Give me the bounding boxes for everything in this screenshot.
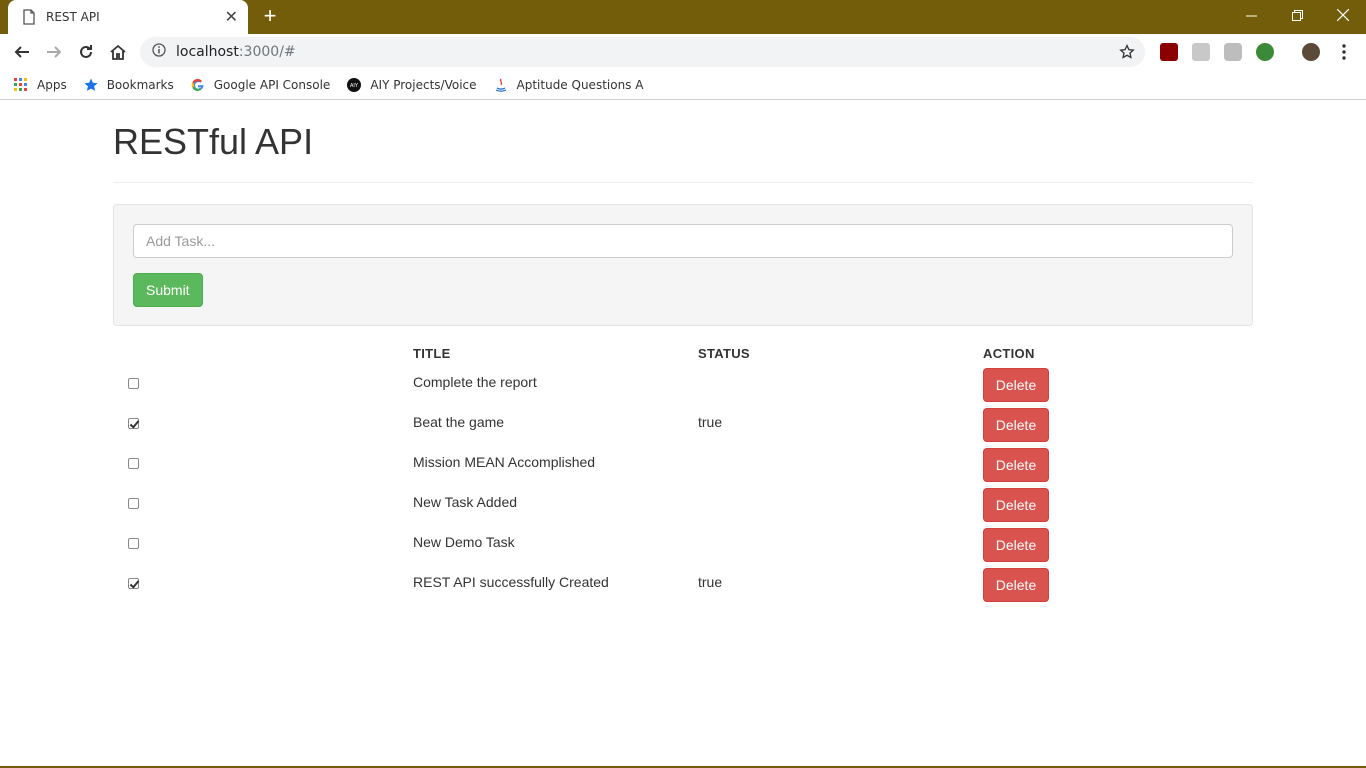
star-icon xyxy=(84,78,98,92)
restore-window-button[interactable] xyxy=(1274,0,1320,30)
avatar[interactable] xyxy=(1302,43,1320,61)
delete-button[interactable]: Delete xyxy=(983,568,1049,602)
task-title: Mission MEAN Accomplished xyxy=(413,454,596,470)
submit-button[interactable]: Submit xyxy=(133,273,203,307)
task-status: true xyxy=(698,574,723,590)
task-checkbox[interactable] xyxy=(128,538,139,549)
ublock-extension-icon[interactable] xyxy=(1160,43,1178,61)
java-icon xyxy=(494,78,508,92)
minimize-window-button[interactable] xyxy=(1228,0,1274,30)
task-checkbox[interactable] xyxy=(128,578,139,589)
profile-extension-icon[interactable] xyxy=(1192,43,1210,61)
delete-button[interactable]: Delete xyxy=(983,408,1049,442)
column-header-title: TITLE xyxy=(413,346,451,361)
task-status: true xyxy=(698,414,723,430)
select-cell xyxy=(113,568,413,608)
delete-button[interactable]: Delete xyxy=(983,528,1049,562)
task-checkbox[interactable] xyxy=(128,458,139,469)
new-tab-button[interactable]: + xyxy=(258,4,282,28)
bookmark-google-api-console[interactable]: Google API Console xyxy=(191,77,331,92)
select-cell xyxy=(113,528,413,568)
action-cell: Delete xyxy=(983,408,1253,448)
task-title: REST API successfully Created xyxy=(413,574,609,590)
bookmark-label: Aptitude Questions A xyxy=(516,77,644,92)
google-icon xyxy=(191,78,205,92)
column-header-status: STATUS xyxy=(698,346,750,361)
table-row: Complete the report Delete xyxy=(113,368,1253,408)
bookmark-label: AIY Projects/Voice xyxy=(370,77,477,92)
bookmark-label: Bookmarks xyxy=(106,77,174,92)
column-header-select xyxy=(113,346,413,368)
add-task-input[interactable] xyxy=(133,224,1233,258)
action-cell: Delete xyxy=(983,488,1253,528)
apps-grid-icon xyxy=(14,77,28,92)
browser-title-bar: REST API ✕ + xyxy=(0,0,1366,34)
forward-button[interactable] xyxy=(40,38,68,66)
bookmarks-bar: Apps Bookmarks Google API Console AIY AI… xyxy=(0,70,1366,100)
menu-kebab-icon[interactable] xyxy=(1338,43,1350,66)
bookmark-label: Apps xyxy=(37,77,67,92)
reload-button[interactable] xyxy=(72,38,100,66)
task-table: TITLE STATUS ACTION Complete the report D… xyxy=(113,346,1253,608)
tab-title: REST API xyxy=(46,10,100,24)
column-header-action: ACTION xyxy=(983,346,1035,361)
task-status xyxy=(698,528,983,568)
table-row: New Task Added Delete xyxy=(113,488,1253,528)
task-status xyxy=(698,368,983,408)
table-row: Beat the game true Delete xyxy=(113,408,1253,448)
globe-extension-icon[interactable] xyxy=(1256,43,1274,61)
divider xyxy=(113,182,1253,183)
task-checkbox[interactable] xyxy=(128,418,139,429)
main-container: RESTful API Submit TITLE STATUS ACTION C… xyxy=(113,102,1253,608)
task-checkbox[interactable] xyxy=(128,498,139,509)
bookmark-bookmarks[interactable]: Bookmarks xyxy=(84,78,174,92)
back-button[interactable] xyxy=(8,38,36,66)
action-cell: Delete xyxy=(983,368,1253,408)
url-text: localhost:3000/# xyxy=(176,44,296,60)
camera-extension-icon[interactable] xyxy=(1224,43,1242,61)
table-row: New Demo Task Delete xyxy=(113,528,1253,568)
task-status xyxy=(698,488,983,528)
close-tab-icon[interactable]: ✕ xyxy=(225,7,238,27)
table-header-row: TITLE STATUS ACTION xyxy=(113,346,1253,368)
delete-button[interactable]: Delete xyxy=(983,368,1049,402)
task-title: Complete the report xyxy=(413,374,537,390)
bookmark-star-icon[interactable] xyxy=(1119,43,1135,65)
add-task-panel: Submit xyxy=(113,204,1253,326)
browser-tab[interactable]: REST API ✕ xyxy=(8,0,248,34)
address-bar[interactable]: localhost:3000/# xyxy=(140,37,1145,67)
page-content: RESTful API Submit TITLE STATUS ACTION C… xyxy=(0,102,1366,766)
info-icon[interactable] xyxy=(152,42,166,62)
task-title: Beat the game xyxy=(413,414,505,430)
action-cell: Delete xyxy=(983,568,1253,608)
task-title: New Task Added xyxy=(413,494,518,510)
delete-button[interactable]: Delete xyxy=(983,448,1049,482)
bookmark-label: Google API Console xyxy=(213,77,331,92)
select-cell xyxy=(113,488,413,528)
delete-button[interactable]: Delete xyxy=(983,488,1049,522)
document-icon xyxy=(22,9,36,25)
select-cell xyxy=(113,448,413,488)
task-list: Complete the report Delete Beat the game tr… xyxy=(113,368,1253,608)
bookmark-aiy-projects[interactable]: AIY AIY Projects/Voice xyxy=(347,77,477,92)
select-cell xyxy=(113,368,413,408)
bookmark-aptitude-questions[interactable]: Aptitude Questions A xyxy=(494,77,644,92)
bookmark-apps[interactable]: Apps xyxy=(14,77,67,92)
action-cell: Delete xyxy=(983,448,1253,488)
home-button[interactable] xyxy=(104,38,132,66)
svg-text:AIY: AIY xyxy=(350,83,359,89)
table-row: Mission MEAN Accomplished Delete xyxy=(113,448,1253,488)
page-title: RESTful API xyxy=(113,121,314,162)
action-cell: Delete xyxy=(983,528,1253,568)
select-cell xyxy=(113,408,413,448)
table-row: REST API successfully Created true Delete xyxy=(113,568,1253,608)
task-title: New Demo Task xyxy=(413,534,515,550)
aiy-icon: AIY xyxy=(347,77,362,92)
task-checkbox[interactable] xyxy=(128,378,139,389)
task-status xyxy=(698,448,983,488)
browser-toolbar: localhost:3000/# xyxy=(0,34,1366,70)
close-window-button[interactable] xyxy=(1320,0,1366,30)
